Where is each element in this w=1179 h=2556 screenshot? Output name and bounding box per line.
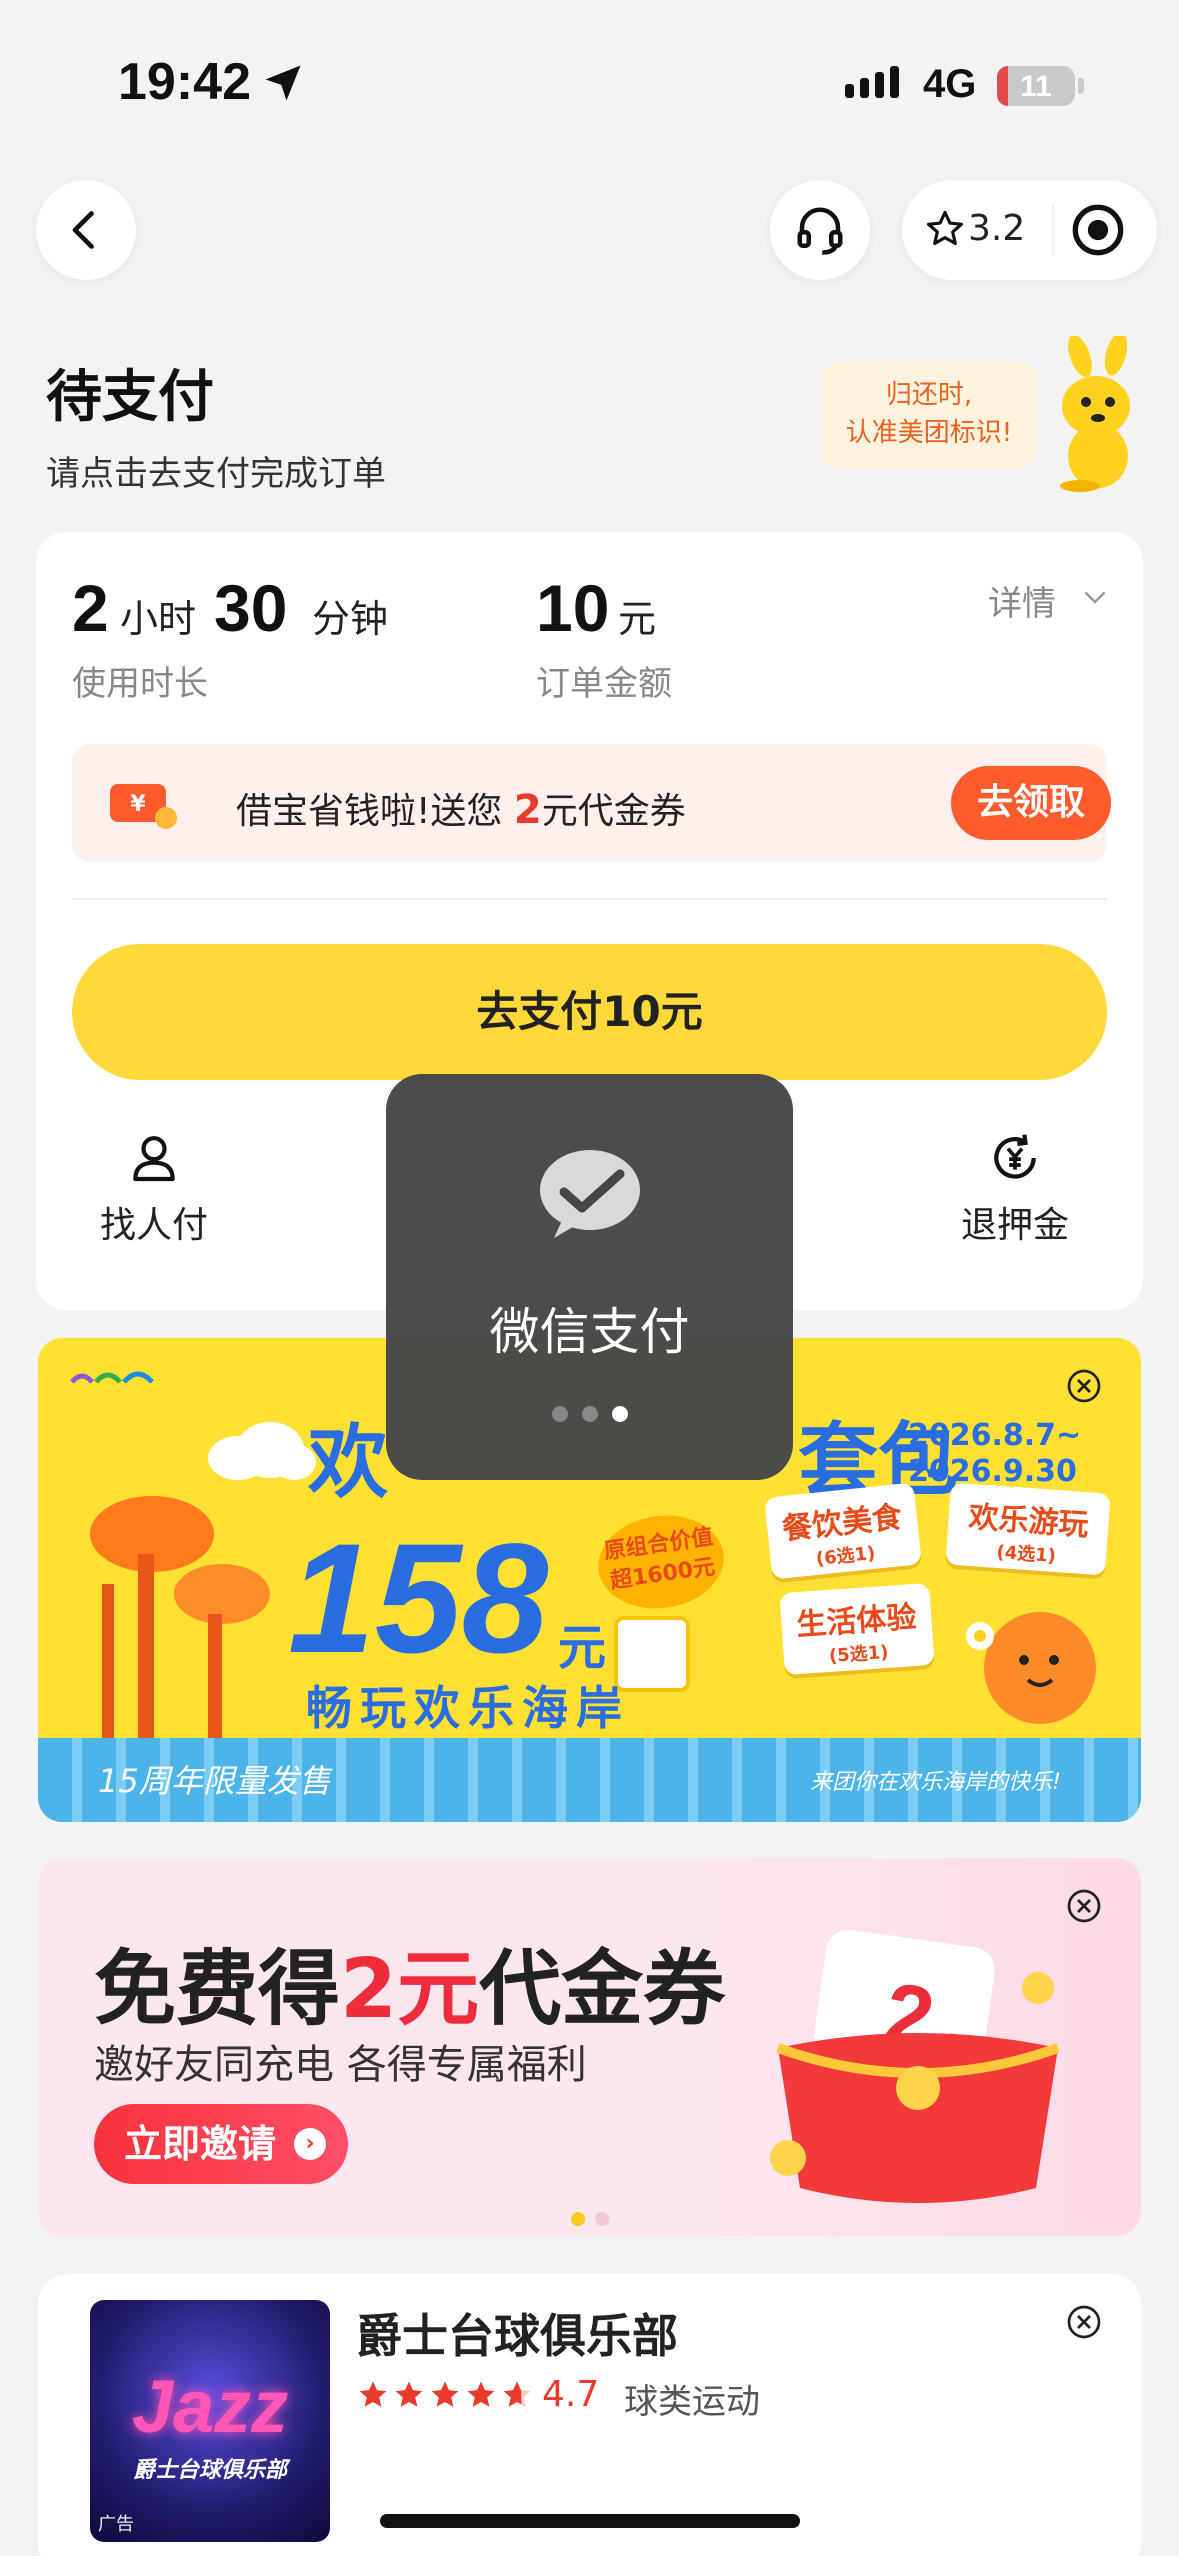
banner1-title-left: 欢 xyxy=(308,1416,394,1509)
order-amount: 10 xyxy=(536,571,610,645)
banner1-footer-right: 来团你在欢乐海岸的快乐! xyxy=(810,1770,1061,1795)
invite-now-label: 立即邀请 xyxy=(124,2122,277,2166)
duration-hours: 2 xyxy=(72,571,109,645)
star-filled-icon xyxy=(467,2381,495,2407)
mascot-tip-line1: 归还时, xyxy=(885,380,973,410)
order-amount-unit: 元 xyxy=(618,597,657,641)
banner2-title-highlight: 2元 xyxy=(340,1942,480,2037)
mini-program-capsule: 3.2 xyxy=(902,180,1157,280)
wechat-pay-toast: 微信支付 xyxy=(386,1074,793,1480)
ad-score: 4.7 xyxy=(542,2374,600,2415)
ad-star-rating xyxy=(356,2378,534,2412)
banner1-tag-food: 餐饮美食 (6选1) xyxy=(764,1482,922,1580)
mascot-tip: 归还时, 认准美团标识! xyxy=(822,362,1036,468)
location-arrow-icon xyxy=(265,65,301,101)
person-icon xyxy=(133,1136,175,1182)
claim-coupon-button[interactable]: 去领取 xyxy=(951,766,1111,840)
coupon-ticket-icon: ¥ xyxy=(110,784,177,829)
refund-deposit-button[interactable]: 退押金 xyxy=(930,1130,1100,1248)
close-circle-icon[interactable] xyxy=(1066,1888,1102,1924)
ad-business-name: 爵士台球俱乐部 xyxy=(356,2309,678,2363)
ad-category: 球类运动 xyxy=(624,2382,760,2422)
page-subtitle: 请点击去支付完成订单 xyxy=(46,454,386,494)
coupon-amount: 2 xyxy=(513,787,542,833)
detail-link[interactable]: 详情 xyxy=(988,576,1056,625)
pay-button[interactable]: 去支付10元 xyxy=(72,944,1107,1080)
banner2-title-pre: 免费得 xyxy=(94,1942,341,2037)
ad-thumb-title: Jazz xyxy=(131,2365,289,2448)
banner1-tag-fun: 欢乐游玩 (4选1) xyxy=(945,1482,1111,1576)
chevron-left-icon xyxy=(72,211,94,249)
star-filled-icon xyxy=(359,2381,387,2407)
star-half-icon xyxy=(503,2381,531,2407)
pay-by-friend-button[interactable]: 找人付 xyxy=(69,1130,239,1248)
banner2-subtitle: 邀好友同充电 各得专属福利 xyxy=(94,2042,587,2088)
svg-text:¥: ¥ xyxy=(130,792,146,817)
battery-level: 11 xyxy=(1020,70,1052,103)
refund-deposit-label: 退押金 xyxy=(960,1205,1069,1246)
wechat-pay-icon xyxy=(540,1150,640,1238)
close-target-icon[interactable] xyxy=(1066,198,1130,262)
star-outline-icon[interactable] xyxy=(924,208,966,250)
coupon-promo-bar: ¥ 借宝省钱啦!送您 2元代金券 去领取 xyxy=(72,744,1111,862)
coupon-text-suffix: 元代金券 xyxy=(541,791,686,832)
red-envelope-pouch-illustration: 2 元 xyxy=(770,1929,1060,2203)
ad-thumb-subtitle: 爵士台球俱乐部 xyxy=(132,2458,287,2483)
star-filled-icon xyxy=(395,2381,423,2407)
status-time: 19:42 xyxy=(118,53,251,111)
duration-minutes: 30 xyxy=(214,571,288,645)
chevron-down-icon[interactable] xyxy=(1080,582,1110,612)
sun-character-illustration xyxy=(966,1612,1096,1724)
coupon-text: 借宝省钱啦!送您 2元代金券 xyxy=(236,782,686,834)
toast-label: 微信支付 xyxy=(489,1303,690,1361)
happy-coast-logo xyxy=(68,1356,178,1396)
ad-thumbnail[interactable]: Jazz 爵士台球俱乐部 广告 xyxy=(90,2300,330,2542)
back-button[interactable] xyxy=(36,180,136,280)
kangaroo-mascot-icon xyxy=(1060,336,1130,492)
invite-coupon-banner[interactable]: 免费得2元代金券 邀好友同充电 各得专属福利 立即邀请 › 2 元 xyxy=(38,1858,1141,2236)
rating-value: 3.2 xyxy=(968,208,1026,249)
ad-label: 广告 xyxy=(98,2514,134,2535)
duration-hours-unit: 小时 xyxy=(120,597,197,641)
banner1-price: 158 xyxy=(288,1512,549,1686)
home-indicator[interactable] xyxy=(380,2514,800,2528)
banner1-tag-life: 生活体验 (5选1) xyxy=(779,1582,935,1676)
star-filled-icon xyxy=(431,2381,459,2407)
banner2-title: 免费得2元代金券 xyxy=(94,1922,725,2041)
order-amount-label: 订单金额 xyxy=(536,664,672,704)
mascot-tip-line2: 认准美团标识! xyxy=(845,418,1013,448)
carousel-dots xyxy=(38,2212,1141,2226)
banner1-value-badge: 原组合价值 超1600元 xyxy=(592,1507,730,1617)
coupon-text-prefix: 借宝省钱啦!送您 xyxy=(236,791,503,832)
invite-now-button[interactable]: 立即邀请 › xyxy=(94,2104,348,2184)
close-circle-icon[interactable] xyxy=(1066,2304,1102,2340)
divider xyxy=(72,898,1107,900)
duration-minutes-unit: 分钟 xyxy=(312,597,389,641)
yuan-refund-icon xyxy=(994,1134,1036,1179)
page-title: 待支付 xyxy=(46,365,214,430)
pay-by-friend-label: 找人付 xyxy=(99,1205,208,1246)
coral-tree-illustration xyxy=(90,1496,270,1754)
status-bar: 19:42 4G 11 xyxy=(0,0,1179,170)
banner1-footer-left: 15周年限量发售 xyxy=(98,1762,331,1800)
cloud-decoration-icon xyxy=(208,1422,316,1480)
chevron-right-icon: › xyxy=(294,2128,326,2160)
close-circle-icon[interactable] xyxy=(1066,1368,1102,1404)
headset-icon xyxy=(797,207,843,255)
banner1-price-unit: 元 xyxy=(558,1620,607,1676)
banner1-subtitle: 畅玩欢乐海岸 xyxy=(306,1681,630,1735)
loading-dots xyxy=(386,1406,793,1422)
duration-label: 使用时长 xyxy=(72,664,208,704)
banner1-dates: 2026.8.7~ 2026.9.30 xyxy=(908,1418,1081,1490)
banner2-title-post: 代金券 xyxy=(479,1942,726,2037)
network-type: 4G xyxy=(923,62,977,106)
banner1-date-from: 2026.8.7~ xyxy=(908,1418,1082,1453)
customer-service-button[interactable] xyxy=(770,180,870,280)
battery-icon: 11 xyxy=(997,66,1075,106)
signal-icon xyxy=(845,66,899,98)
